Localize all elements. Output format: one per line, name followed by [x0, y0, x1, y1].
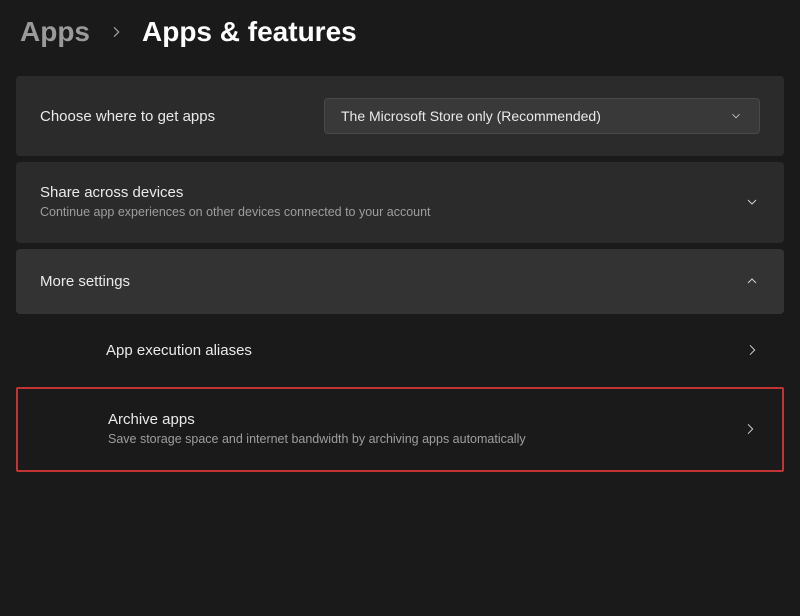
choose-apps-card: Choose where to get apps The Microsoft S… [16, 76, 784, 156]
choose-apps-label: Choose where to get apps [40, 108, 215, 125]
choose-apps-selected: The Microsoft Store only (Recommended) [341, 108, 601, 124]
share-devices-subtitle: Continue app experiences on other device… [40, 204, 431, 221]
more-settings-subitems: App execution aliases Archive apps Save … [16, 320, 784, 472]
choose-apps-select[interactable]: The Microsoft Store only (Recommended) [324, 98, 760, 134]
app-execution-aliases-row[interactable]: App execution aliases [16, 320, 784, 381]
breadcrumb-parent[interactable]: Apps [20, 16, 90, 48]
archive-apps-row[interactable]: Archive apps Save storage space and inte… [16, 387, 784, 472]
chevron-right-icon [744, 342, 760, 358]
page-title: Apps & features [142, 16, 357, 48]
archive-apps-title: Archive apps [108, 411, 526, 428]
chevron-right-icon [108, 24, 124, 40]
chevron-right-icon [742, 421, 758, 437]
share-devices-card[interactable]: Share across devices Continue app experi… [16, 162, 784, 243]
more-settings-card[interactable]: More settings [16, 249, 784, 314]
chevron-up-icon [744, 273, 760, 289]
share-devices-title: Share across devices [40, 184, 431, 201]
more-settings-title: More settings [40, 273, 130, 290]
chevron-down-icon [729, 109, 743, 123]
breadcrumb: Apps Apps & features [16, 16, 784, 48]
app-execution-aliases-title: App execution aliases [106, 342, 252, 359]
archive-apps-subtitle: Save storage space and internet bandwidt… [108, 431, 526, 448]
chevron-down-icon [744, 194, 760, 210]
